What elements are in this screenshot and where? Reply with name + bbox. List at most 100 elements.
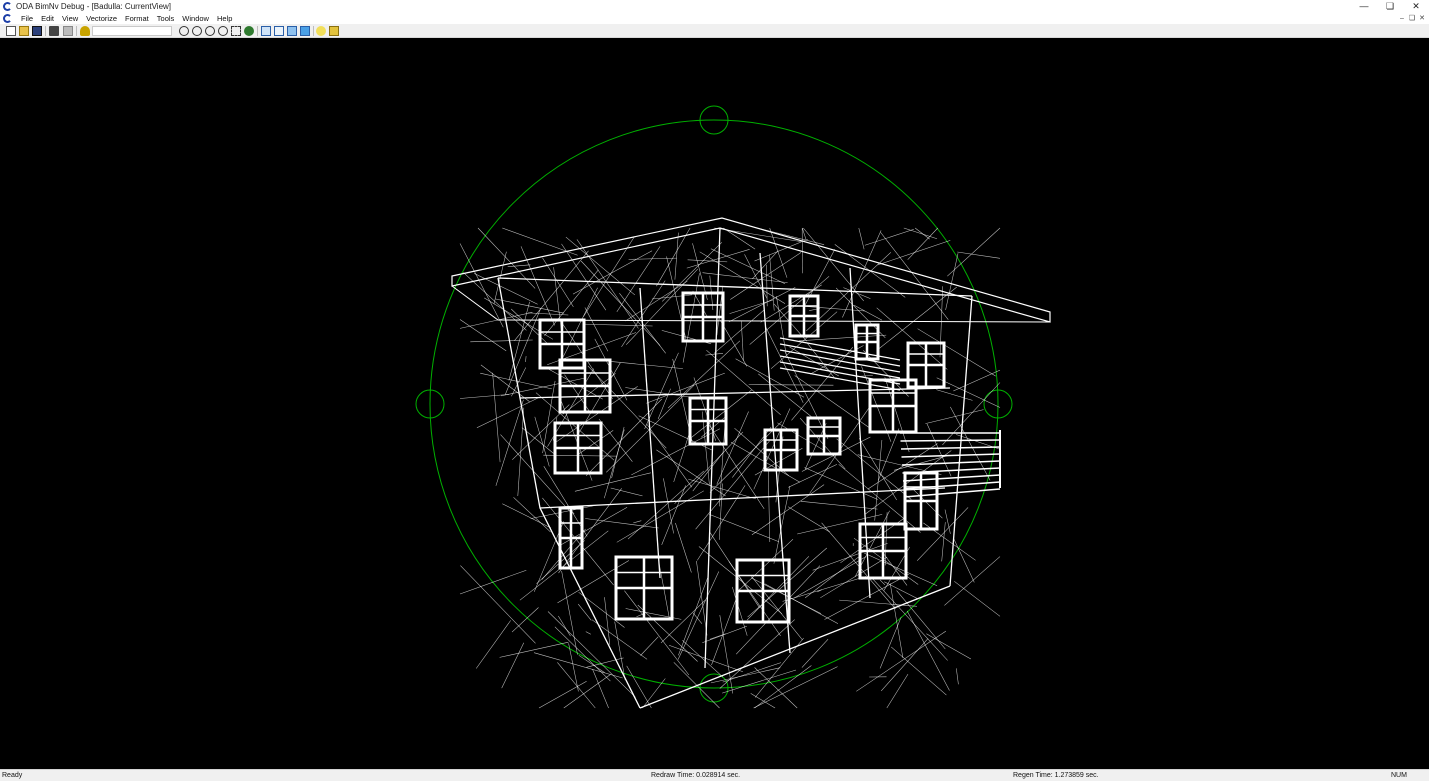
mesh-edge bbox=[585, 518, 659, 529]
mesh-edge bbox=[470, 339, 533, 343]
mesh-edge bbox=[944, 509, 951, 534]
doc-close-button[interactable]: ✕ bbox=[1417, 12, 1427, 24]
mesh-edge bbox=[804, 556, 859, 599]
mesh-edge bbox=[598, 418, 633, 462]
mesh-edge bbox=[616, 490, 704, 543]
mesh-edge bbox=[754, 665, 812, 709]
help-icon[interactable] bbox=[80, 26, 90, 36]
mesh-edge bbox=[941, 522, 946, 562]
menu-view[interactable]: View bbox=[58, 14, 82, 23]
mesh-edge bbox=[864, 229, 914, 246]
properties-icon[interactable] bbox=[329, 26, 339, 36]
wall-edge bbox=[497, 277, 973, 297]
drawing-viewport[interactable] bbox=[0, 38, 1429, 769]
mesh-edge bbox=[656, 227, 691, 287]
wall-edge bbox=[639, 287, 661, 579]
toolbar-separator bbox=[76, 26, 77, 36]
zoom-out-icon[interactable] bbox=[205, 26, 215, 36]
mesh-edge bbox=[687, 259, 728, 263]
wireframe-icon[interactable] bbox=[261, 26, 271, 36]
save-icon[interactable] bbox=[32, 26, 42, 36]
zoom-extents-icon[interactable] bbox=[179, 26, 189, 36]
menu-file[interactable]: File bbox=[17, 14, 37, 23]
new-icon[interactable] bbox=[6, 26, 16, 36]
gouraud-icon[interactable] bbox=[300, 26, 310, 36]
mesh-edge bbox=[696, 560, 708, 636]
mesh-edge bbox=[604, 429, 625, 499]
mesh-edge bbox=[547, 611, 636, 698]
orbit-icon[interactable] bbox=[231, 26, 241, 36]
mesh-edge bbox=[499, 641, 569, 658]
toolbar-separator bbox=[45, 26, 46, 36]
mesh-edge bbox=[538, 680, 587, 709]
railing-bar bbox=[779, 361, 901, 385]
document-icon[interactable] bbox=[3, 13, 12, 23]
mesh-edge bbox=[853, 304, 883, 321]
hidden-icon[interactable] bbox=[274, 26, 284, 36]
railing-bar bbox=[901, 460, 1001, 466]
light-icon[interactable] bbox=[316, 26, 326, 36]
pan-icon[interactable] bbox=[244, 26, 254, 36]
mesh-edge bbox=[511, 308, 549, 345]
mesh-edge bbox=[610, 487, 643, 497]
mesh-edge bbox=[702, 272, 788, 283]
railing-bar bbox=[903, 488, 1001, 498]
command-field[interactable] bbox=[92, 26, 172, 36]
mesh-edge bbox=[501, 642, 525, 689]
menu-format[interactable]: Format bbox=[121, 14, 153, 23]
mesh-edge bbox=[591, 619, 648, 660]
mesh-edge bbox=[914, 227, 930, 240]
mesh-edge bbox=[628, 257, 677, 260]
mesh-edge bbox=[656, 449, 726, 497]
menu-window[interactable]: Window bbox=[178, 14, 213, 23]
menu-tools[interactable]: Tools bbox=[153, 14, 179, 23]
mesh-edge bbox=[519, 530, 609, 601]
mesh-edge bbox=[673, 662, 720, 709]
mesh-edge bbox=[886, 673, 909, 709]
menu-help[interactable]: Help bbox=[213, 14, 236, 23]
wall-edge bbox=[639, 585, 951, 709]
print-icon[interactable] bbox=[49, 26, 59, 36]
print-preview-icon[interactable] bbox=[63, 26, 73, 36]
shaded-icon[interactable] bbox=[287, 26, 297, 36]
mesh-edge bbox=[926, 423, 952, 477]
mesh-edge bbox=[633, 520, 642, 524]
mesh-edge bbox=[744, 254, 768, 299]
roof-edge bbox=[451, 285, 1051, 323]
zoom-in-icon[interactable] bbox=[192, 26, 202, 36]
menu-bar: File Edit View Vectorize Format Tools Wi… bbox=[0, 12, 1429, 24]
mesh-edge bbox=[766, 264, 768, 307]
mesh-edge bbox=[558, 488, 622, 574]
close-button[interactable]: ✕ bbox=[1403, 0, 1429, 12]
mesh-edge bbox=[542, 497, 614, 586]
mesh-edge bbox=[926, 633, 972, 660]
mesh-edge bbox=[558, 615, 571, 637]
menu-vectorize[interactable]: Vectorize bbox=[82, 14, 121, 23]
mesh-edge bbox=[730, 252, 802, 300]
mesh-edge bbox=[525, 356, 527, 363]
mesh-edge bbox=[661, 485, 686, 546]
mesh-edge bbox=[776, 296, 787, 356]
open-icon[interactable] bbox=[19, 26, 29, 36]
mesh-edge bbox=[561, 570, 578, 655]
mesh-edge bbox=[460, 565, 536, 644]
railing-bar bbox=[902, 474, 1001, 482]
mesh-edge bbox=[555, 386, 638, 443]
doc-restore-button[interactable]: ❏ bbox=[1407, 12, 1417, 24]
mesh-edge bbox=[838, 464, 921, 533]
mesh-edge bbox=[769, 254, 775, 311]
mesh-edge bbox=[511, 607, 539, 633]
mesh-edge bbox=[682, 639, 724, 678]
mesh-edge bbox=[754, 667, 798, 709]
mesh-edge bbox=[678, 577, 708, 656]
mesh-edge bbox=[925, 409, 984, 424]
zoom-window-icon[interactable] bbox=[218, 26, 228, 36]
menu-edit[interactable]: Edit bbox=[37, 14, 58, 23]
mesh-edge bbox=[459, 243, 504, 328]
doc-minimize-button[interactable]: – bbox=[1397, 12, 1407, 24]
model-canvas[interactable] bbox=[0, 38, 1429, 769]
mesh-edge bbox=[651, 294, 693, 300]
minimize-button[interactable]: — bbox=[1351, 0, 1377, 12]
mesh-edge bbox=[625, 280, 688, 322]
restore-button[interactable]: ❏ bbox=[1377, 0, 1403, 12]
